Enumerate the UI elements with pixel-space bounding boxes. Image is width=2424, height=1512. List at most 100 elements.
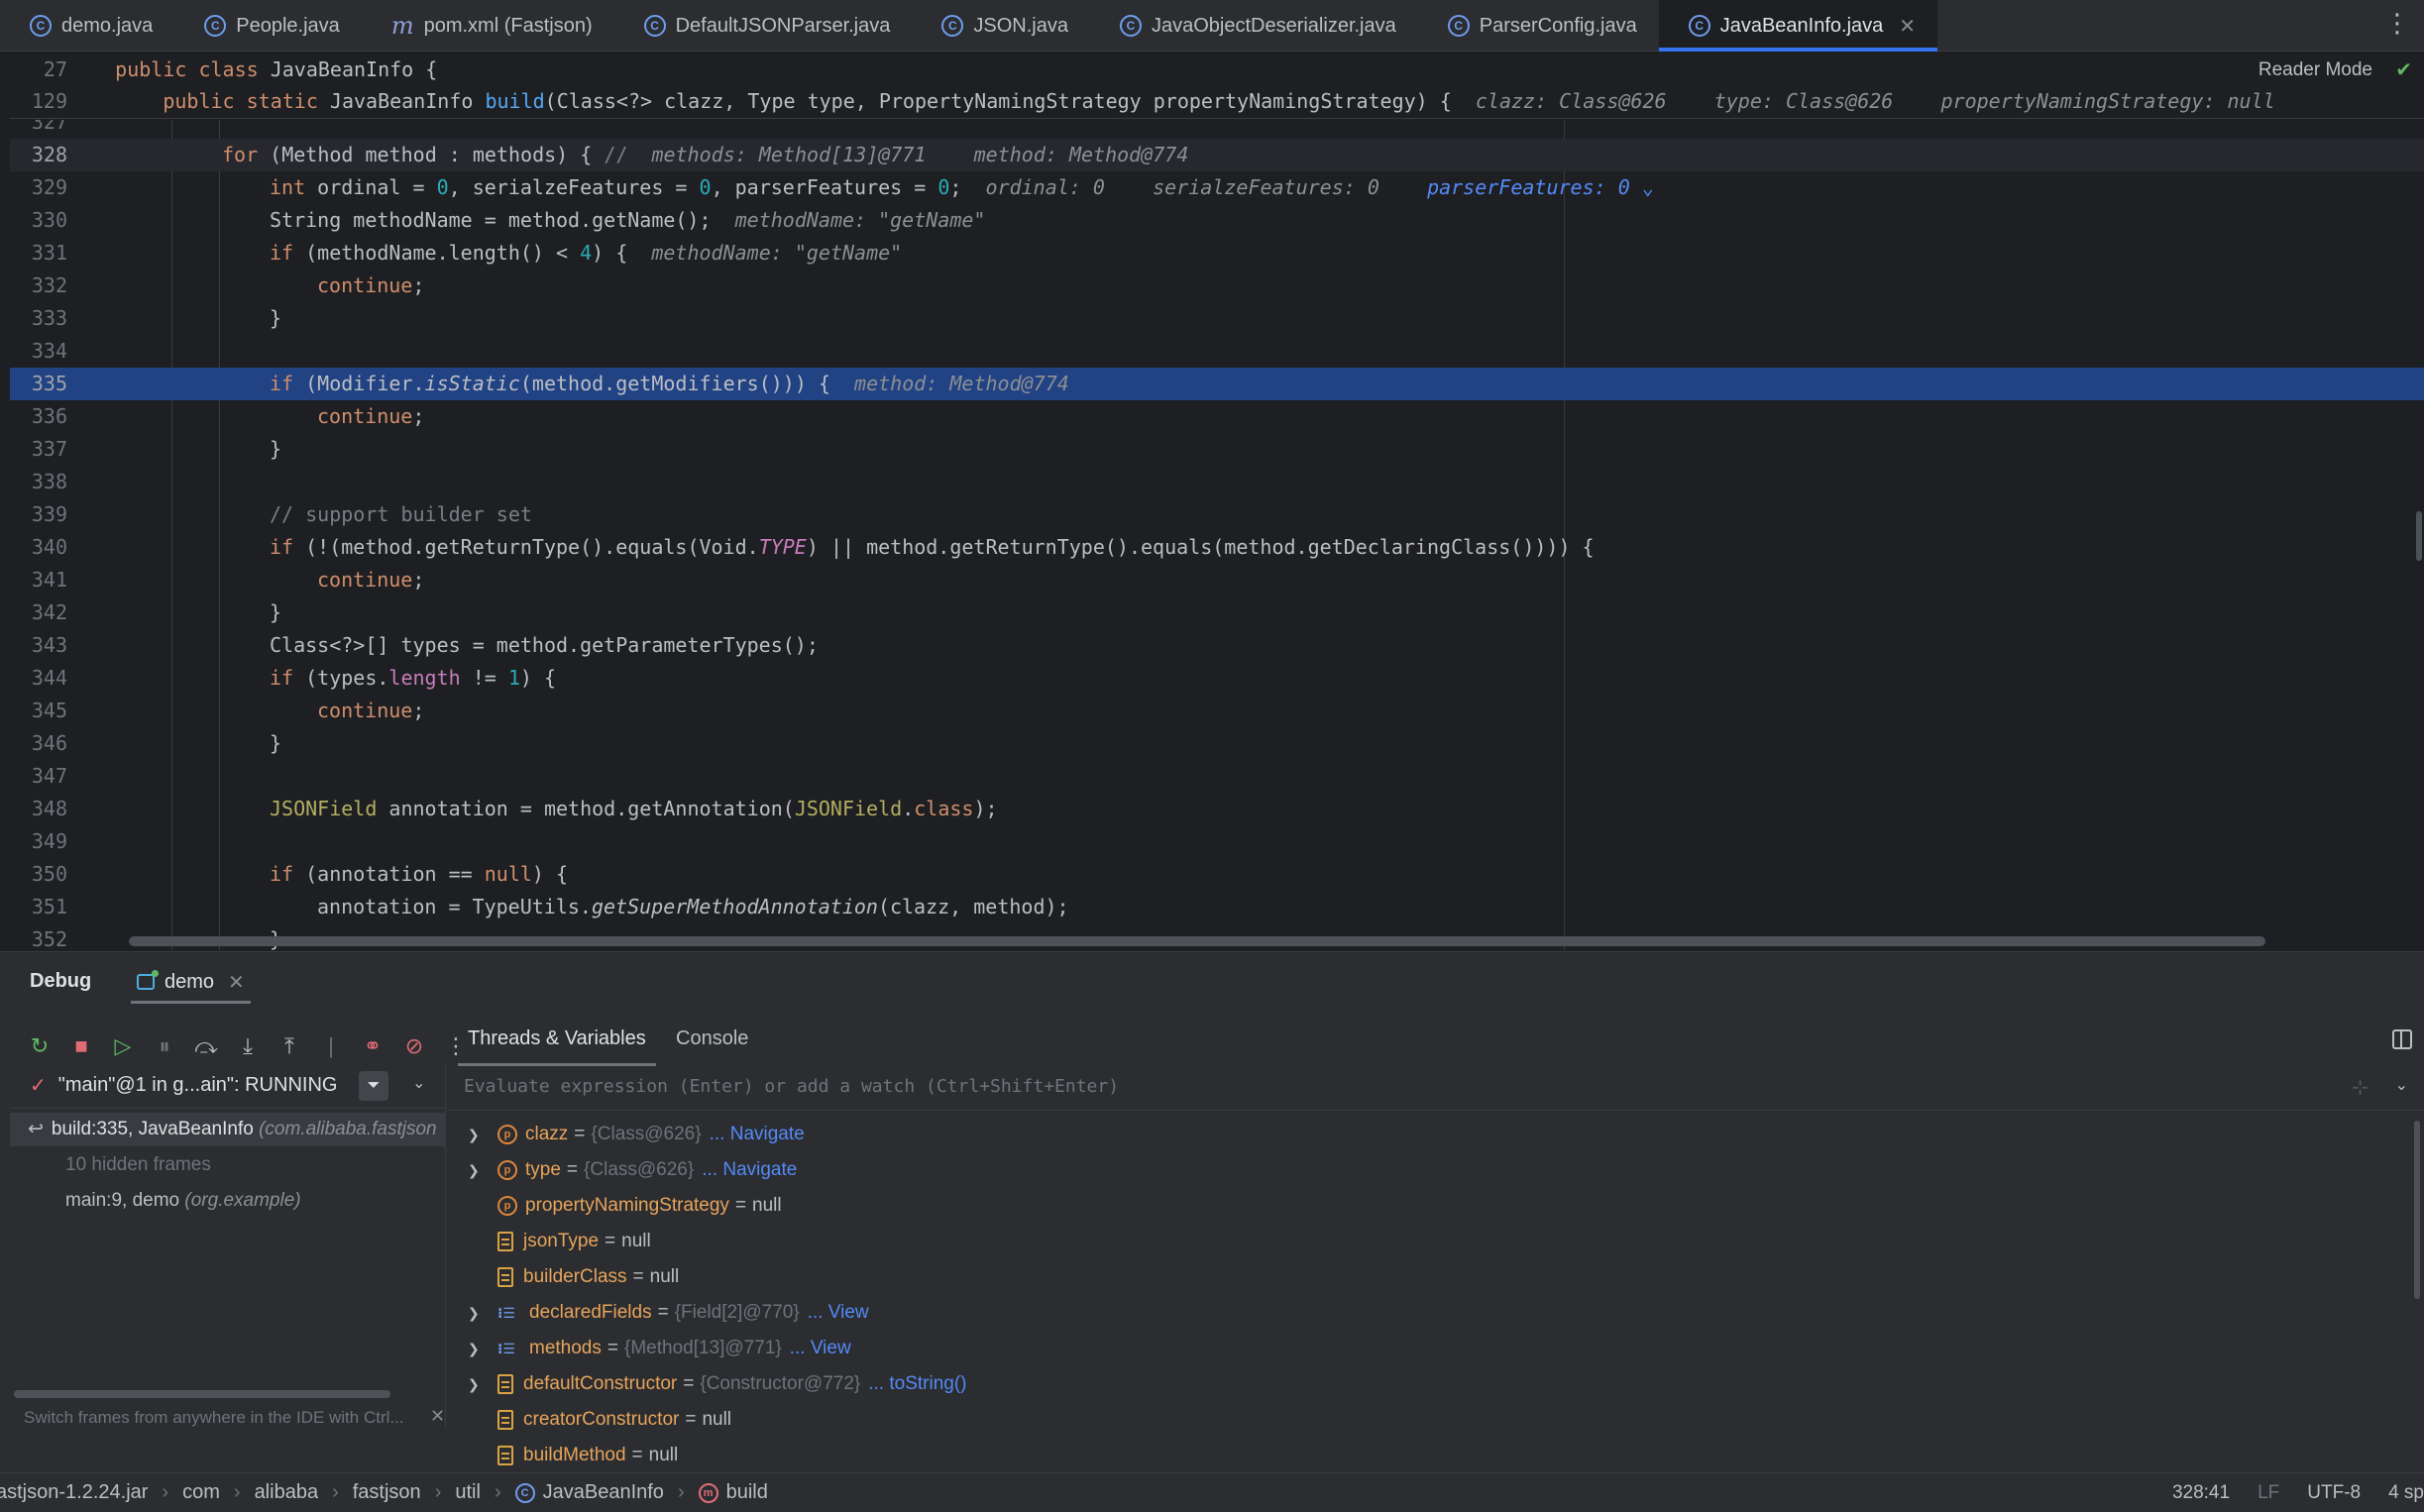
breadcrumb-item[interactable]: build — [726, 1481, 768, 1504]
code-line[interactable]: 331 if (methodName.length() < 4) { method… — [10, 237, 2424, 270]
tab-java-object-deserializer[interactable]: C JavaObjectDeserializer.java — [1090, 0, 1418, 52]
tab-pom-xml[interactable]: m pom.xml (Fastjson) — [362, 0, 614, 52]
variable-row[interactable]: buildMethod = null — [468, 1438, 678, 1473]
code-editor[interactable]: 327 328 for (Method method : methods) { /… — [10, 120, 2424, 950]
code-line[interactable]: 333} — [10, 302, 2424, 335]
hidden-frames[interactable]: 10 hidden frames — [10, 1148, 446, 1182]
line-separator[interactable]: LF — [2258, 1482, 2279, 1504]
mute-breakpoints-icon[interactable]: ⊘ — [402, 1033, 426, 1059]
code-line[interactable]: 338 — [10, 466, 2424, 498]
variable-row[interactable]: ❯ ⁝☰ methods = {Method[13]@771}... View — [468, 1331, 851, 1366]
breadcrumb-item[interactable]: fastjson — [353, 1481, 421, 1504]
tab-default-json-parser[interactable]: C DefaultJSONParser.java — [614, 0, 913, 52]
add-watch-icon[interactable]: ⊹ — [2352, 1075, 2369, 1100]
chevron-right-icon[interactable]: ❯ — [468, 1295, 497, 1331]
tab-parser-config[interactable]: C ParserConfig.java — [1418, 0, 1659, 52]
code-line[interactable]: 336 continue; — [10, 400, 2424, 433]
chevron-down-icon[interactable]: ⌄ — [412, 1073, 425, 1093]
breadcrumb-item[interactable]: JavaBeanInfo — [543, 1481, 664, 1504]
code-line[interactable]: 343 Class<?>[] types = method.getParamete… — [10, 629, 2424, 662]
execution-point-line[interactable]: 335 if (Modifier.isStatic(method.getModif… — [10, 368, 2424, 400]
tab-threads-variables[interactable]: Threads & Variables — [458, 1027, 656, 1066]
variable-row[interactable]: jsonType = null — [468, 1224, 651, 1259]
code-line[interactable]: 347 — [10, 760, 2424, 793]
breadcrumb-item[interactable]: alibaba — [255, 1481, 319, 1504]
variable-row[interactable]: ❯ defaultConstructor = {Constructor@772}...… — [468, 1366, 967, 1402]
code-line[interactable]: 327 — [10, 120, 2424, 139]
close-icon[interactable]: ✕ — [1899, 14, 1916, 39]
code-line[interactable]: 345 continue; — [10, 695, 2424, 727]
filter-icon[interactable]: ⏷ — [359, 1071, 388, 1101]
caret-position[interactable]: 328:41 — [2172, 1482, 2230, 1504]
code-line[interactable]: 340 if (!(method.getReturnType().equals(V… — [10, 531, 2424, 564]
code-line[interactable]: 329 int ordinal = 0, serialzeFeatures = 0… — [10, 171, 2424, 204]
chevron-right-icon[interactable]: ❯ — [468, 1331, 497, 1366]
close-icon[interactable]: ✕ — [430, 1406, 445, 1427]
tab-console[interactable]: Console — [676, 1027, 748, 1050]
sticky-line[interactable]: 129 public static JavaBeanInfo build(Cla… — [10, 85, 2275, 117]
variable-row[interactable]: creatorConstructor = null — [468, 1402, 731, 1438]
view-link[interactable]: ... View — [790, 1331, 851, 1366]
rerun-icon[interactable]: ↻ — [28, 1033, 52, 1059]
more-menu-icon[interactable]: ⋮ — [2384, 10, 2410, 36]
stack-frame[interactable]: ↩ build:335, JavaBeanInfo (com.alibaba.fa… — [10, 1113, 446, 1146]
layout-icon[interactable] — [2392, 1029, 2412, 1049]
code-line[interactable]: 339// support builder set — [10, 498, 2424, 531]
close-icon[interactable]: ✕ — [228, 970, 245, 995]
breadcrumb-item[interactable]: astjson-1.2.24.jar — [0, 1481, 148, 1504]
stack-frame[interactable]: main:9, demo (org.example) — [10, 1184, 446, 1218]
variable-row[interactable]: ❯ ⁝☰ declaredFields = {Field[2]@770}... View — [468, 1295, 869, 1331]
tab-json-java[interactable]: C JSON.java — [912, 0, 1090, 52]
variable-row[interactable]: ❯ p type = {Class@626}... Navigate — [468, 1152, 797, 1188]
file-encoding[interactable]: UTF-8 — [2307, 1482, 2361, 1504]
tab-java-bean-info[interactable]: C JavaBeanInfo.java ✕ — [1658, 0, 1938, 52]
pause-icon[interactable]: ⏸ — [153, 1033, 176, 1059]
chevron-right-icon[interactable]: ❯ — [468, 1152, 497, 1188]
indent-setting[interactable]: 4 sp — [2388, 1482, 2424, 1504]
step-out-icon[interactable]: ⤒ — [277, 1033, 301, 1059]
step-over-icon[interactable]: ⤼ — [194, 1033, 218, 1059]
navigate-link[interactable]: ... Navigate — [710, 1117, 805, 1152]
code-line[interactable]: 334 — [10, 335, 2424, 368]
breadcrumb-item[interactable]: util — [455, 1481, 481, 1504]
code-line[interactable]: 341 continue; — [10, 564, 2424, 596]
tab-people-java[interactable]: C People.java — [174, 0, 362, 52]
reader-mode-button[interactable]: Reader Mode — [2259, 59, 2372, 81]
chevron-down-icon[interactable]: ⌄ — [2395, 1075, 2408, 1095]
code-line[interactable]: 337} — [10, 433, 2424, 466]
code-line[interactable]: 348 JSONField annotation = method.getAnno… — [10, 793, 2424, 825]
step-into-icon[interactable]: ⤓ — [236, 1033, 260, 1059]
view-breakpoints-icon[interactable]: ⚭ — [361, 1033, 385, 1059]
breadcrumb-item[interactable]: com — [182, 1481, 220, 1504]
code-line[interactable]: 346} — [10, 727, 2424, 760]
code-line[interactable]: 349 — [10, 825, 2424, 858]
variable-row[interactable]: builderClass = null — [468, 1259, 679, 1295]
code-line[interactable]: 351 annotation = TypeUtils.getSuperMethod… — [10, 891, 2424, 923]
stop-icon[interactable]: ■ — [69, 1033, 93, 1059]
more-options-icon[interactable]: ⋮ — [444, 1033, 468, 1059]
code-line[interactable]: 342} — [10, 596, 2424, 629]
code-line[interactable]: 332 continue; — [10, 270, 2424, 302]
code-line[interactable]: 344 if (types.length != 1) { — [10, 662, 2424, 695]
variable-row[interactable]: p propertyNamingStrategy = null — [468, 1188, 782, 1224]
code-line[interactable]: 350 if (annotation == null) { — [10, 858, 2424, 891]
horizontal-scrollbar[interactable] — [14, 1390, 390, 1398]
sticky-line[interactable]: 27 public class JavaBeanInfo { — [10, 54, 437, 85]
tostring-link[interactable]: ... toString() — [868, 1366, 966, 1402]
chevron-right-icon[interactable]: ❯ — [468, 1117, 497, 1152]
debug-session-tab[interactable]: demo ✕ — [131, 960, 251, 1004]
chevron-right-icon[interactable]: ❯ — [468, 1366, 497, 1402]
tab-demo-java[interactable]: Cdemo.java — [0, 0, 174, 52]
code-line[interactable]: 328 for (Method method : methods) { // me… — [10, 139, 2424, 171]
variable-row[interactable]: ❯ p clazz = {Class@626}... Navigate — [468, 1117, 805, 1152]
navigate-link[interactable]: ... Navigate — [702, 1152, 797, 1188]
vertical-scrollbar[interactable] — [2416, 511, 2422, 561]
view-link[interactable]: ... View — [808, 1295, 869, 1331]
resume-icon[interactable]: ▷ — [111, 1033, 135, 1059]
evaluate-expression-input[interactable] — [464, 1076, 2248, 1097]
chevron-down-icon[interactable]: ⌄ — [1630, 175, 1654, 199]
vertical-scrollbar[interactable] — [2414, 1121, 2420, 1299]
thread-selector[interactable]: ✓ "main"@1 in g...ain": RUNNING ⏷ ⌄ — [10, 1063, 446, 1109]
horizontal-scrollbar[interactable] — [129, 936, 2265, 946]
code-line[interactable]: 330 String methodName = method.getName();… — [10, 204, 2424, 237]
